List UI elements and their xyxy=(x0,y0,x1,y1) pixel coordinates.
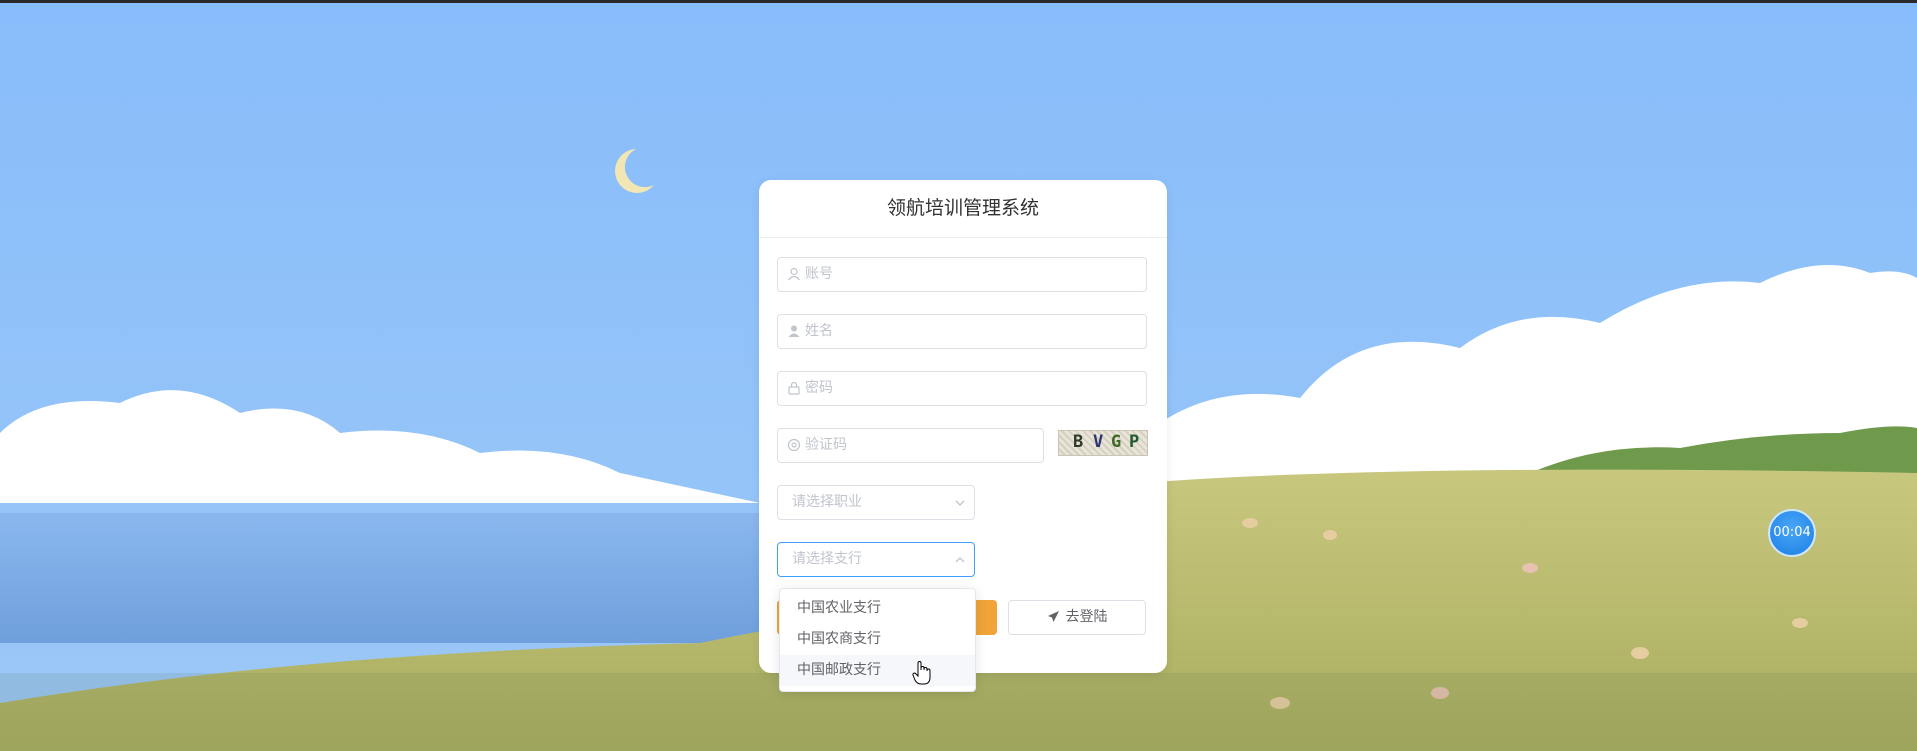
dropdown-option[interactable]: 中国农业支行 xyxy=(780,593,975,624)
timer-badge[interactable]: 00:04 xyxy=(1768,509,1816,557)
job-select-placeholder: 请选择职业 xyxy=(792,494,862,510)
branch-select[interactable]: 请选择支行 xyxy=(777,542,975,577)
password-placeholder: 密码 xyxy=(805,380,833,396)
send-icon xyxy=(1047,611,1059,622)
account-placeholder: 账号 xyxy=(805,266,833,282)
captcha-field[interactable]: 验证码 xyxy=(777,428,1044,463)
page-title: 领航培训管理系统 xyxy=(759,180,1167,238)
user-icon xyxy=(788,267,800,281)
chevron-up-icon xyxy=(955,557,965,563)
job-select[interactable]: 请选择职业 xyxy=(777,485,975,520)
go-login-button[interactable]: 去登陆 xyxy=(1008,600,1146,635)
name-field[interactable]: 姓名 xyxy=(777,314,1147,349)
captcha-image[interactable]: B V G P xyxy=(1058,430,1148,456)
captcha-char: P xyxy=(1129,432,1140,452)
password-field[interactable]: 密码 xyxy=(777,371,1147,406)
name-placeholder: 姓名 xyxy=(805,323,833,339)
captcha-placeholder: 验证码 xyxy=(805,437,847,453)
branch-select-placeholder: 请选择支行 xyxy=(792,551,862,567)
captcha-char: B xyxy=(1073,432,1084,452)
branch-dropdown: 中国农业支行 中国农商支行 中国邮政支行 xyxy=(779,588,976,692)
go-login-label: 去登陆 xyxy=(1065,609,1108,625)
account-field[interactable]: 账号 xyxy=(777,257,1147,292)
captcha-char: V xyxy=(1093,432,1104,452)
captcha-char: G xyxy=(1111,432,1122,452)
captcha-icon xyxy=(787,438,801,452)
dropdown-option[interactable]: 中国农商支行 xyxy=(780,624,975,655)
dropdown-option[interactable]: 中国邮政支行 xyxy=(780,655,975,686)
chevron-down-icon xyxy=(955,500,965,506)
lock-icon xyxy=(788,381,800,395)
user-solid-icon xyxy=(788,325,800,337)
hand-cursor-icon xyxy=(912,661,931,685)
